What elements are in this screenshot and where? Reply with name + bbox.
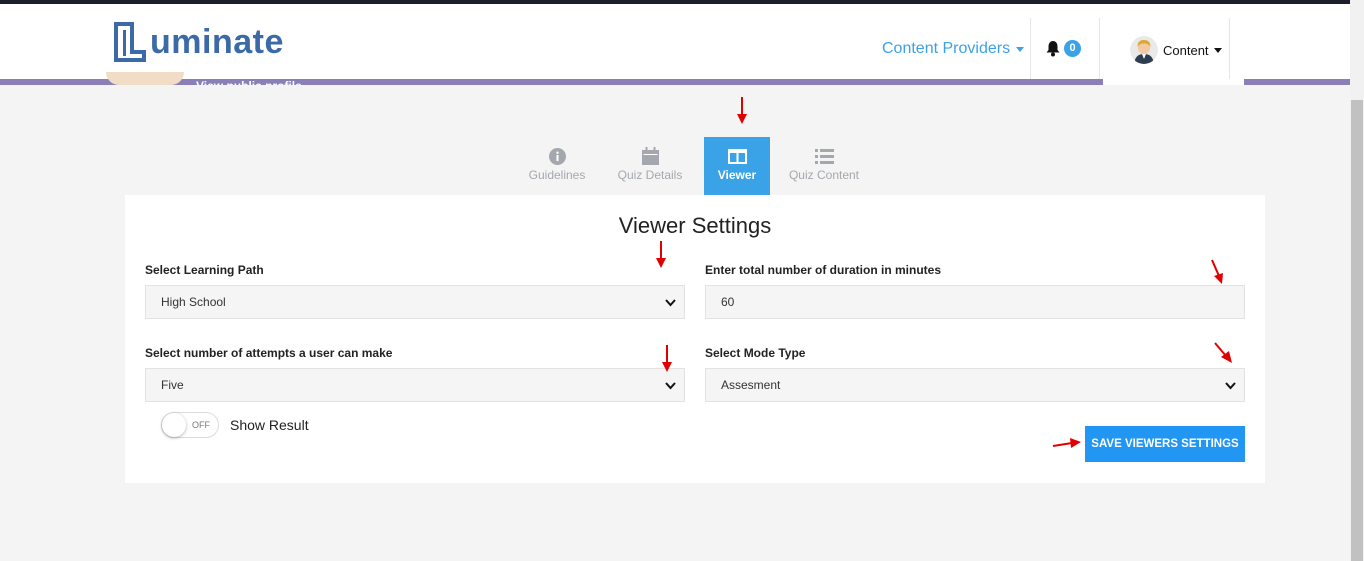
show-result-toggle[interactable]: OFF: [161, 412, 219, 438]
tab-quiz-details[interactable]: Quiz Details: [596, 137, 704, 195]
page-title: Viewer Settings: [618, 213, 772, 238]
columns-icon: [727, 148, 747, 164]
chevron-down-icon: [665, 299, 676, 307]
chevron-down-icon: [1016, 46, 1025, 52]
logo-mark-icon: [114, 22, 146, 62]
attempts-label: Select number of attempts a user can mak…: [145, 346, 393, 360]
duration-label: Enter total number of duration in minute…: [705, 263, 942, 277]
user-menu-dropdown-edge: [1103, 79, 1244, 85]
content-providers-label: Content Providers: [882, 40, 1011, 57]
user-menu-label: Content: [1163, 42, 1209, 58]
chevron-down-icon: [1213, 47, 1222, 53]
tab-label: Quiz Content: [788, 168, 860, 182]
list-icon: [814, 148, 834, 164]
tab-label: Guidelines: [528, 168, 586, 182]
user-avatar-icon: [1130, 36, 1158, 64]
content-providers-menu[interactable]: Content Providers: [882, 40, 1025, 58]
bell-icon: [1046, 41, 1060, 57]
mode-type-value: Assesment: [721, 378, 781, 392]
toggle-knob: [162, 413, 186, 437]
luminate-logo[interactable]: uminate: [112, 20, 284, 64]
duration-input[interactable]: 60: [705, 285, 1245, 319]
avatar: [1130, 36, 1158, 64]
annotation-arrow-icon: [737, 97, 747, 124]
tab-label: Quiz Details: [617, 168, 683, 182]
tab-guidelines[interactable]: Guidelines: [518, 137, 596, 195]
notification-count-badge: 0: [1064, 40, 1081, 57]
chevron-down-icon: [1225, 382, 1236, 390]
annotation-arrow-icon: [656, 241, 666, 268]
tab-viewer[interactable]: Viewer: [704, 137, 770, 195]
chevron-down-icon: [665, 382, 676, 390]
annotation-arrow-icon: [1211, 259, 1223, 284]
show-result-label: Show Result: [230, 417, 309, 433]
info-circle-icon: [548, 147, 566, 165]
app-header: uminate Content Providers 0 Content: [0, 4, 1350, 80]
mode-type-select[interactable]: Assesment: [705, 368, 1245, 402]
viewer-settings-card: Viewer Settings Select Learning Path Hig…: [125, 195, 1265, 483]
nav-divider: [1099, 18, 1100, 80]
page-scrollbar-thumb[interactable]: [1351, 100, 1363, 561]
annotation-arrow-icon: [1052, 438, 1081, 448]
logo-text: uminate: [150, 22, 284, 61]
calendar-icon: [641, 147, 659, 165]
view-public-profile-link[interactable]: View public profile: [196, 76, 302, 85]
duration-value: 60: [721, 295, 735, 309]
annotation-arrow-icon: [1214, 342, 1232, 363]
learning-path-label: Select Learning Path: [145, 263, 264, 277]
notifications-button[interactable]: 0: [1045, 40, 1081, 57]
attempts-select[interactable]: Five: [145, 368, 685, 402]
nav-divider: [1030, 18, 1031, 80]
annotation-arrow-icon: [662, 345, 672, 372]
nav-divider: [1229, 18, 1230, 80]
attempts-value: Five: [161, 378, 184, 392]
mode-type-label: Select Mode Type: [705, 346, 806, 360]
save-viewers-settings-button[interactable]: SAVE VIEWERS SETTINGS: [1085, 426, 1245, 462]
quiz-tabs: Guidelines Quiz Details Viewer Quiz Cont…: [518, 137, 878, 195]
user-menu[interactable]: Content: [1130, 36, 1222, 64]
toggle-state-text: OFF: [192, 420, 210, 430]
tab-quiz-content[interactable]: Quiz Content: [770, 137, 878, 195]
learning-path-select[interactable]: High School: [145, 285, 685, 319]
learning-path-value: High School: [161, 295, 226, 309]
profile-avatar-peek: [106, 72, 184, 85]
tab-label: Viewer: [717, 168, 757, 182]
